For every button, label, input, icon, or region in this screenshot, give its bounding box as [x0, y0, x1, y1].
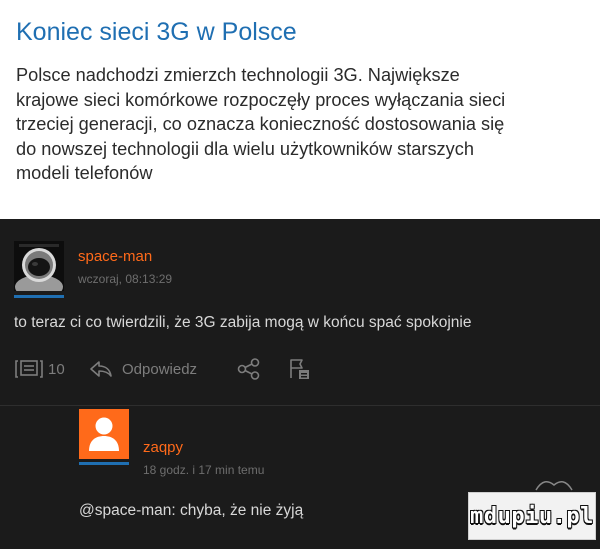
flag-icon [290, 359, 309, 379]
watermark-ornament-icon [535, 480, 573, 491]
article-body-line: modeli telefonów [16, 163, 153, 183]
report-button[interactable] [286, 357, 312, 381]
reply-label: Odpowiedz [122, 360, 198, 378]
watermark-text: mdupiu.pl [470, 503, 594, 529]
article-body-line: do nowszej technologii dla wielu użytkow… [16, 138, 474, 159]
article-body-line: trzeciej generacji, co oznacza konieczno… [16, 114, 505, 134]
replies-count: 10 [48, 360, 65, 378]
article-body-line: krajowe sieci komórkowe rozpoczęły proce… [16, 89, 506, 110]
avatar-underline [79, 462, 129, 465]
article-body-line: Polsce nadchodzi zmierzch technologii 3G… [16, 65, 460, 85]
reply-icon [90, 361, 112, 377]
comment-text: @space-man: chyba, że nie żyją [79, 502, 304, 519]
comment-actions: 10 Odpowiedz [14, 357, 414, 381]
watermark-logo: mdupiu.pl [468, 492, 596, 540]
default-user-avatar-icon[interactable] [79, 409, 129, 459]
comment-divider [0, 405, 600, 406]
article-title: Koniec sieci 3G w Polsce [16, 18, 297, 46]
comment-text: to teraz ci co twierdzili, że 3G zabija … [14, 314, 472, 331]
avatar-underline [14, 295, 64, 298]
replies-count-button[interactable]: 10 [14, 357, 65, 381]
share-button[interactable] [236, 357, 262, 381]
comment-author[interactable]: space-man [78, 248, 152, 265]
share-icon [237, 358, 260, 380]
comments-icon [15, 360, 43, 378]
reply-button[interactable]: Odpowiedz [88, 357, 197, 381]
comment-timestamp: wczoraj, 08:13:29 [78, 272, 173, 286]
article-body: Polsce nadchodzi zmierzch technologii 3G… [16, 63, 586, 186]
astronaut-avatar-icon[interactable] [14, 241, 64, 291]
comment-author[interactable]: zaqpy [143, 439, 183, 456]
article-section: Koniec sieci 3G w Polsce Polsce nadchodz… [0, 0, 600, 219]
comment-timestamp: 18 godz. i 17 min temu [143, 463, 265, 477]
